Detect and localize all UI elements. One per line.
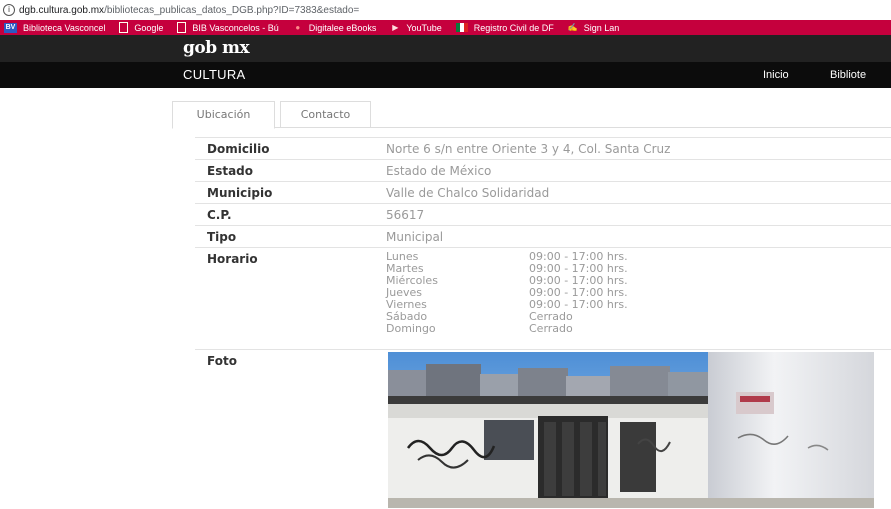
table-row-estado: Estado Estado de México — [195, 159, 891, 182]
gob-mx-logo[interactable]: gob mx — [183, 38, 250, 58]
bookmark-registro-civil[interactable]: Registro Civil de DF — [455, 22, 554, 33]
bookmark-youtube[interactable]: ▶ YouTube — [390, 23, 441, 33]
table-row-tipo: Tipo Municipal — [195, 225, 891, 248]
bookmark-label: Google — [134, 22, 164, 33]
library-photo — [388, 352, 874, 508]
flag-icon — [455, 23, 468, 32]
bookmark-bib-vasconcelos[interactable]: BIB Vasconcelos - Bú — [177, 22, 279, 33]
url-path: /bibliotecas_publicas_datos_DGB.php?ID=7… — [104, 4, 360, 16]
address-bar[interactable]: i dgb.cultura.gob.mx/bibliotecas_publica… — [0, 0, 891, 20]
bookmarks-bar: BV Biblioteca Vasconcel Google BIB Vascon… — [0, 20, 891, 35]
bookmark-label: Sign Lan — [583, 22, 620, 33]
bookmark-label: Registro Civil de DF — [473, 22, 554, 33]
youtube-icon: ▶ — [392, 22, 399, 32]
cultura-brand[interactable]: CULTURA — [183, 67, 246, 82]
bookmark-label: Biblioteca Vasconcel — [23, 22, 106, 33]
gob-header: gob mx — [0, 35, 891, 62]
sign-icon: ✍ — [567, 22, 578, 32]
table-row-horario: Horario Lunes 09:00 - 17:00 hrs. Martes 09… — [195, 247, 891, 350]
info-icon[interactable]: i — [3, 4, 15, 16]
bv-icon: BV — [4, 22, 17, 33]
horario-label: Horario — [207, 252, 258, 266]
domicilio-value: Norte 6 s/n entre Oriente 3 y 4, Col. Sa… — [386, 142, 671, 156]
domicilio-label: Domicilio — [207, 142, 270, 156]
tab-bar: Ubicación Contacto — [172, 101, 891, 129]
bookmark-label: BIB Vasconcelos - Bú — [192, 22, 279, 33]
tab-ubicacion[interactable]: Ubicación — [172, 101, 275, 129]
schedule-day: Domingo — [386, 322, 436, 335]
municipio-value: Valle de Chalco Solidaridad — [386, 186, 550, 200]
document-icon — [119, 22, 129, 33]
table-row-domicilio: Domicilio Norte 6 s/n entre Oriente 3 y … — [195, 137, 891, 160]
cp-value: 56617 — [386, 208, 425, 222]
bookmark-google[interactable]: Google — [119, 22, 163, 33]
table-row-municipio: Municipio Valle de Chalco Solidaridad — [195, 181, 891, 204]
schedule-hours: Cerrado — [529, 322, 573, 335]
tab-contacto[interactable]: Contacto — [280, 101, 371, 127]
estado-value: Estado de México — [386, 164, 492, 178]
tipo-value: Municipal — [386, 230, 444, 244]
bookmark-label: YouTube — [406, 22, 442, 33]
main-navbar: CULTURA Inicio Bibliote — [0, 62, 891, 88]
bookmark-digitalee[interactable]: ● Digitalee eBooks — [293, 22, 377, 33]
cp-label: C.P. — [207, 208, 232, 222]
document-icon — [177, 22, 187, 33]
nav-link-bibliotecas[interactable]: Bibliote — [830, 69, 866, 81]
url-host: dgb.cultura.gob.mx — [19, 4, 105, 16]
url-text[interactable]: dgb.cultura.gob.mx/bibliotecas_publicas_… — [19, 5, 359, 16]
municipio-label: Municipio — [207, 186, 273, 200]
tipo-label: Tipo — [207, 230, 237, 244]
foto-label: Foto — [207, 354, 237, 368]
dot-icon: ● — [295, 22, 301, 32]
library-photo-image — [388, 352, 874, 508]
bookmark-sign-lan[interactable]: ✍ Sign Lan — [568, 23, 620, 33]
table-row-cp: C.P. 56617 — [195, 203, 891, 226]
bookmark-biblioteca-vasconcelos[interactable]: BV Biblioteca Vasconcel — [4, 22, 106, 33]
nav-link-inicio[interactable]: Inicio — [763, 69, 789, 81]
estado-label: Estado — [207, 164, 254, 178]
bookmark-label: Digitalee eBooks — [308, 22, 377, 33]
